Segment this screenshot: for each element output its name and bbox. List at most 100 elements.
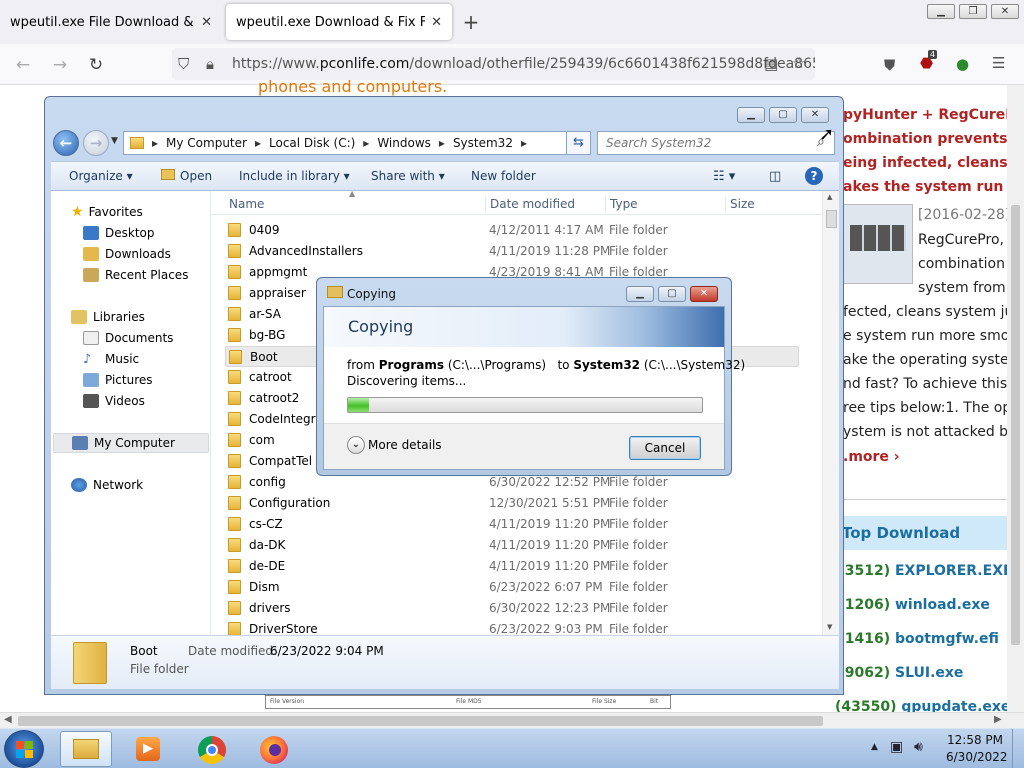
taskbar-chrome-button[interactable] bbox=[186, 731, 238, 767]
taskbar-explorer-button[interactable] bbox=[60, 731, 112, 767]
back-button[interactable]: ← bbox=[53, 130, 79, 156]
include-in-library-button[interactable]: Include in library ▾ bbox=[239, 169, 350, 183]
file-row[interactable]: AdvancedInstallers 4/11/2019 11:28 PM File… bbox=[225, 241, 799, 262]
menu-hamburger-icon[interactable]: ☰ bbox=[992, 54, 1005, 72]
nav-libraries[interactable]: Libraries bbox=[71, 307, 145, 327]
file-row[interactable]: de-DE 4/11/2019 11:20 PM File folder bbox=[225, 556, 799, 577]
address-bar[interactable]: ▸ My Computer ▸ Local Disk (C:) ▸ Window… bbox=[123, 131, 591, 155]
explorer-minimize-button[interactable]: ▁ bbox=[737, 107, 765, 123]
download-item[interactable]: 61206) winload.exe bbox=[835, 597, 990, 613]
open-button[interactable]: Open bbox=[161, 169, 212, 183]
forward-arrow-icon[interactable]: → bbox=[47, 52, 73, 78]
clock[interactable]: 12:58 PM 6/30/2022 bbox=[946, 733, 1008, 764]
promo-line: eing infected, cleans syst bbox=[843, 155, 1024, 171]
computer-icon bbox=[72, 436, 88, 450]
file-list-scrollbar[interactable]: ▲ ▼ bbox=[822, 191, 839, 635]
column-date[interactable]: Date modified bbox=[485, 197, 575, 211]
browser-nav-bar: ← → ↻ ⛉ 🔒︎ https://www.pconlife.com/down… bbox=[0, 44, 1024, 85]
file-name: Configuration bbox=[249, 496, 331, 510]
view-options-icon[interactable]: ☷ ▾ bbox=[713, 169, 735, 184]
copy-maximize-button[interactable]: ▢ bbox=[658, 286, 686, 302]
back-arrow-icon[interactable]: ← bbox=[10, 52, 36, 78]
show-hidden-icons-icon[interactable]: ▲ bbox=[871, 742, 878, 752]
volume-icon[interactable]: 🔊︎ bbox=[914, 739, 923, 755]
nav-pictures[interactable]: Pictures bbox=[83, 370, 153, 390]
nav-network[interactable]: Network bbox=[71, 475, 143, 495]
share-with-button[interactable]: Share with ▾ bbox=[371, 169, 445, 183]
browser-tab-2[interactable]: wpeutil.exe Download & Fix For Win ✕ bbox=[226, 4, 452, 40]
more-details-toggle[interactable]: ⌄ More details bbox=[347, 436, 442, 454]
recent-pages-chevron-icon[interactable]: ▼ bbox=[111, 136, 118, 146]
clock-date: 6/30/2022 bbox=[946, 750, 1008, 764]
nav-downloads[interactable]: Downloads bbox=[83, 244, 171, 264]
show-desktop-button[interactable] bbox=[1012, 729, 1024, 768]
reader-view-icon[interactable]: ▤ bbox=[764, 55, 778, 73]
column-type[interactable]: Type bbox=[605, 197, 638, 211]
search-input[interactable]: Search System32 bbox=[597, 131, 835, 155]
help-icon[interactable]: ? bbox=[805, 167, 823, 185]
file-type: File folder bbox=[609, 622, 668, 635]
tab-close-icon[interactable]: ✕ bbox=[431, 15, 442, 30]
preview-pane-icon[interactable]: ◫ bbox=[769, 169, 781, 184]
download-item[interactable]: 49062) SLUI.exe bbox=[835, 665, 963, 681]
nav-my-computer[interactable]: My Computer bbox=[53, 433, 209, 453]
file-row[interactable]: DriverStore 6/23/2022 9:03 PM File folder bbox=[225, 619, 799, 635]
column-name[interactable]: Name bbox=[229, 197, 264, 211]
bookmark-star-icon[interactable]: ☆ bbox=[792, 54, 805, 72]
file-row[interactable]: drivers 6/30/2022 12:23 PM File folder bbox=[225, 598, 799, 619]
nav-documents[interactable]: Documents bbox=[83, 328, 173, 348]
download-item[interactable]: 33512) EXPLORER.EXE bbox=[835, 563, 1013, 579]
new-tab-plus-icon[interactable]: + bbox=[458, 8, 484, 36]
explorer-maximize-button[interactable]: ▢ bbox=[769, 107, 797, 123]
article-thumbnail[interactable] bbox=[843, 204, 913, 284]
firefox-icon bbox=[260, 736, 288, 764]
breadcrumb-my-computer[interactable]: My Computer bbox=[166, 136, 247, 150]
file-row[interactable]: Configuration 12/30/2021 5:51 PM File fold… bbox=[225, 493, 799, 514]
lock-icon[interactable]: 🔒︎ bbox=[206, 55, 214, 73]
progress-fill bbox=[348, 398, 370, 412]
nav-videos[interactable]: Videos bbox=[83, 391, 145, 411]
forward-button[interactable]: → bbox=[83, 130, 109, 156]
copy-close-button[interactable]: ✕ bbox=[690, 286, 718, 302]
nav-recent-places[interactable]: Recent Places bbox=[83, 265, 188, 285]
column-size[interactable]: Size bbox=[725, 197, 755, 211]
network-tray-icon[interactable]: ▣ bbox=[890, 739, 903, 755]
page-vertical-scrollbar[interactable] bbox=[1007, 85, 1024, 712]
file-date: 4/11/2019 11:20 PM bbox=[489, 559, 611, 573]
nav-desktop[interactable]: Desktop bbox=[83, 223, 155, 243]
browser-restore-button[interactable]: ❐ bbox=[959, 4, 987, 19]
nav-music[interactable]: ♪ Music bbox=[83, 349, 139, 369]
tab-close-icon[interactable]: ✕ bbox=[201, 15, 212, 30]
file-row[interactable]: Dism 6/23/2022 6:07 PM File folder bbox=[225, 577, 799, 598]
start-button-windows-icon[interactable] bbox=[4, 730, 44, 768]
browser-minimize-button[interactable]: ▁ bbox=[927, 4, 955, 19]
url-bar[interactable]: ⛉ 🔒︎ https://www.pconlife.com/download/o… bbox=[172, 48, 815, 80]
nav-favorites[interactable]: ★ Favorites bbox=[71, 202, 143, 222]
file-row[interactable]: cs-CZ 4/11/2019 11:20 PM File folder bbox=[225, 514, 799, 535]
extension-globe-icon[interactable]: ● bbox=[956, 55, 969, 73]
download-item[interactable]: 61416) bootmgfw.efi bbox=[835, 631, 999, 647]
refresh-icon[interactable]: ⇆ bbox=[566, 131, 591, 155]
webpage-heading: phones and computers. bbox=[258, 77, 448, 96]
breadcrumb-local-disk[interactable]: Local Disk (C:) bbox=[269, 136, 355, 150]
copy-minimize-button[interactable]: ▁ bbox=[626, 286, 654, 302]
more-link[interactable]: .more › bbox=[843, 449, 900, 465]
taskbar-media-player-button[interactable]: ▶ bbox=[122, 731, 174, 767]
breadcrumb-windows[interactable]: Windows bbox=[377, 136, 431, 150]
file-name: CodeIntegrit bbox=[249, 412, 324, 426]
file-row[interactable]: da-DK 4/11/2019 11:20 PM File folder bbox=[225, 535, 799, 556]
browser-close-button[interactable]: ✕ bbox=[991, 4, 1019, 19]
taskbar-firefox-button[interactable] bbox=[248, 731, 300, 767]
pocket-icon[interactable]: ⛊ bbox=[884, 56, 895, 74]
explorer-close-button[interactable]: ✕ bbox=[801, 107, 829, 123]
organize-button[interactable]: Organize ▾ bbox=[69, 169, 133, 183]
shield-icon[interactable]: ⛉ bbox=[178, 55, 189, 73]
file-row[interactable]: 0409 4/12/2011 4:17 AM File folder bbox=[225, 220, 799, 241]
new-folder-button[interactable]: New folder bbox=[471, 169, 536, 183]
pictures-icon bbox=[83, 373, 99, 387]
page-horizontal-scrollbar[interactable]: ◀ ▶ bbox=[0, 712, 1024, 728]
breadcrumb-system32[interactable]: System32 bbox=[453, 136, 513, 150]
browser-tab-1[interactable]: wpeutil.exe File Download & Fix For ✕ bbox=[0, 4, 222, 40]
cancel-button[interactable]: Cancel bbox=[629, 436, 701, 460]
reload-icon[interactable]: ↻ bbox=[83, 52, 109, 78]
